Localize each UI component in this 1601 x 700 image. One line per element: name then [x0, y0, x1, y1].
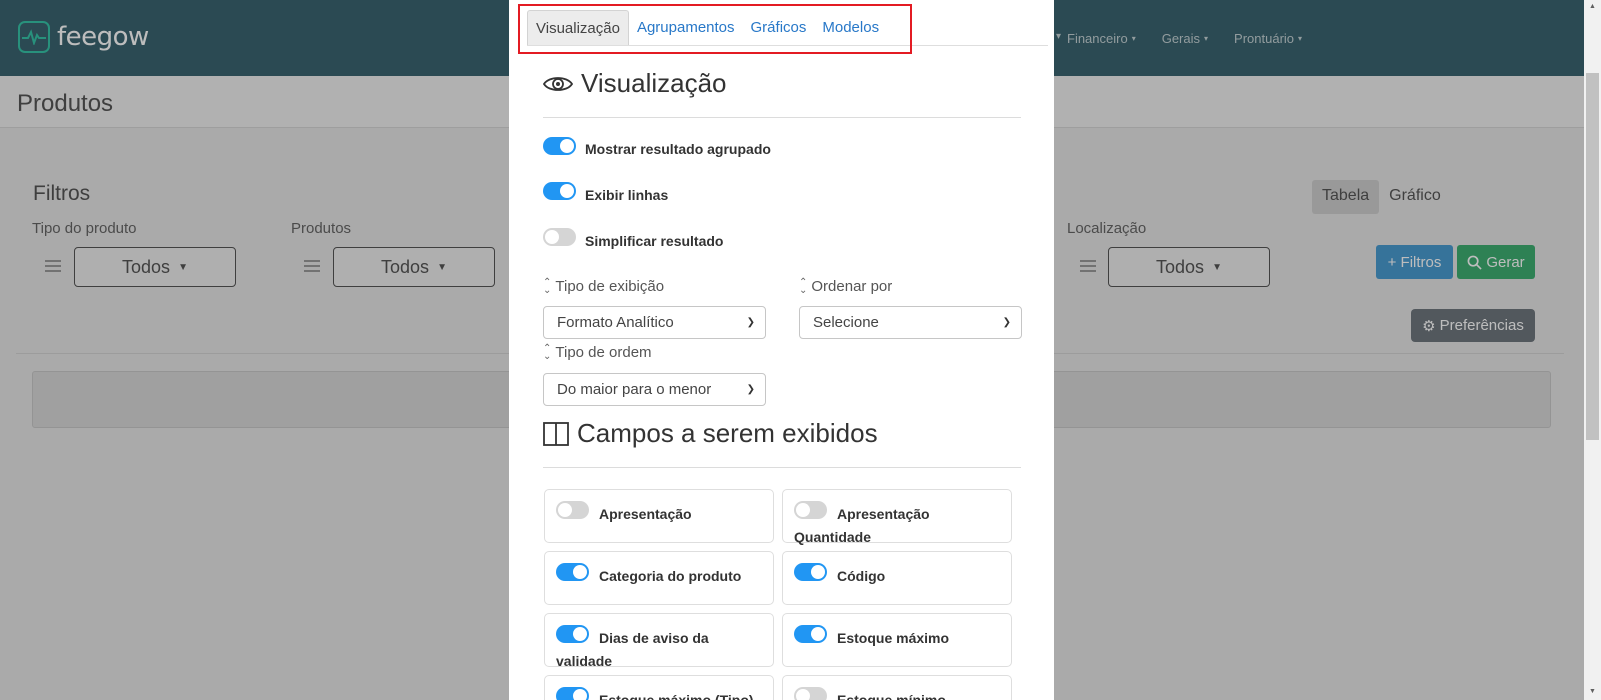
page-scrollbar[interactable]: ▲ ▼	[1584, 0, 1601, 700]
field-label: Estoque mínimo	[837, 692, 946, 700]
field-label: Estoque máximo	[837, 630, 950, 646]
section-divider	[543, 467, 1021, 468]
field-label: Categoria do produto	[599, 568, 742, 584]
label-tipo-exibicao: ⌃ ⌄ Tipo de exibição	[543, 276, 665, 296]
label-text: Tipo de ordem	[555, 344, 652, 361]
label-text: Tipo de exibição	[555, 278, 665, 295]
chevron-down-icon: ❯	[746, 384, 755, 395]
toggle-simplificar-resultado[interactable]	[543, 228, 576, 246]
select-value: Selecione	[813, 314, 879, 331]
visualizacao-title: Visualização	[581, 68, 727, 98]
sort-icon: ⌃ ⌄	[543, 276, 552, 296]
field-label: Estoque máximo (Tipo)	[599, 692, 754, 700]
toggle-codigo[interactable]	[794, 563, 827, 581]
section-divider	[543, 117, 1021, 118]
scrollbar-thumb[interactable]	[1586, 73, 1599, 440]
field-label: Apresentação	[599, 506, 692, 522]
tabs-highlight-box	[518, 4, 912, 54]
label-mostrar-resultado-agrupado: Mostrar resultado agrupado	[585, 141, 771, 157]
select-value: Formato Analítico	[557, 314, 674, 331]
scroll-down-icon[interactable]: ▼	[1589, 688, 1596, 695]
preferences-modal: Visualização Agrupamentos Gráficos Model…	[509, 0, 1054, 700]
field-label: Apresentação Quantidade	[794, 506, 930, 545]
sort-icon: ⌃ ⌄	[799, 276, 808, 296]
toggle-estoque-maximo-tipo[interactable]	[556, 687, 589, 700]
select-value: Do maior para o menor	[557, 381, 712, 398]
field-card-estoque-minimo[interactable]: Estoque mínimo	[782, 675, 1012, 700]
sort-icon: ⌃ ⌄	[543, 342, 552, 362]
visualizacao-heading: Visualização	[543, 68, 727, 99]
toggle-estoque-minimo[interactable]	[794, 687, 827, 700]
label-tipo-ordem: ⌃ ⌄ Tipo de ordem	[543, 342, 652, 362]
field-label: Dias de aviso da validade	[556, 630, 709, 669]
select-ordenar-por[interactable]: Selecione ❯	[799, 306, 1022, 339]
toggle-estoque-maximo[interactable]	[794, 625, 827, 643]
toggle-categoria-produto[interactable]	[556, 563, 589, 581]
select-tipo-ordem[interactable]: Do maior para o menor ❯	[543, 373, 766, 406]
label-ordenar-por: ⌃ ⌄ Ordenar por	[799, 276, 893, 296]
toggle-mostrar-resultado-agrupado[interactable]	[543, 137, 576, 155]
chevron-down-icon: ❯	[1002, 317, 1011, 328]
columns-icon	[543, 421, 569, 446]
eye-icon	[543, 76, 573, 91]
select-tipo-exibicao[interactable]: Formato Analítico ❯	[543, 306, 766, 339]
label-simplificar-resultado: Simplificar resultado	[585, 233, 724, 249]
chevron-down-icon: ❯	[746, 317, 755, 328]
field-card-apresentacao[interactable]: Apresentação	[544, 489, 774, 543]
field-label: Código	[837, 568, 886, 584]
campos-title: Campos a serem exibidos	[577, 418, 878, 448]
field-card-estoque-maximo-tipo[interactable]: Estoque máximo (Tipo)	[544, 675, 774, 700]
toggle-exibir-linhas[interactable]	[543, 182, 576, 200]
field-card-apresentacao-quantidade[interactable]: Apresentação Quantidade	[782, 489, 1012, 545]
field-card-dias-aviso-validade[interactable]: Dias de aviso da validade	[544, 613, 774, 669]
field-card-categoria-produto[interactable]: Categoria do produto	[544, 551, 774, 605]
label-text: Ordenar por	[811, 278, 893, 295]
campos-heading: Campos a serem exibidos	[543, 418, 878, 449]
label-exibir-linhas: Exibir linhas	[585, 187, 669, 203]
field-card-estoque-maximo[interactable]: Estoque máximo	[782, 613, 1012, 667]
scroll-up-icon[interactable]: ▲	[1589, 3, 1596, 10]
field-card-codigo[interactable]: Código	[782, 551, 1012, 605]
toggle-apresentacao[interactable]	[556, 501, 589, 519]
